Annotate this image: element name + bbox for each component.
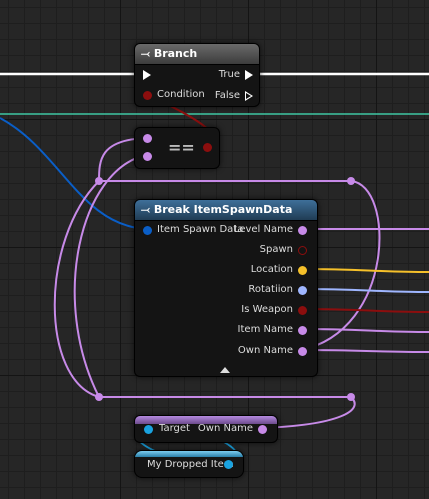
branch-title: Branch	[153, 47, 198, 60]
branch-node[interactable]: ⤙ Branch True Condition False	[134, 43, 260, 107]
own-name-wire	[300, 349, 429, 353]
break-node-header[interactable]: ⤙ Break ItemSpawnData	[135, 200, 317, 221]
break-item-spawn-data-node[interactable]: ⤙ Break ItemSpawnData Item Spawn Data Le…	[134, 199, 318, 377]
reroute-node	[95, 177, 103, 185]
item-name-label: Item Name	[237, 324, 293, 335]
rotation-wire	[300, 288, 429, 293]
item-spawn-data-label: Item Spawn Data	[157, 224, 244, 235]
getter-own-name-pin[interactable]	[258, 425, 267, 434]
false-exec-pin[interactable]	[245, 91, 253, 101]
own-name-pin[interactable]	[298, 347, 307, 356]
reroute-node	[95, 393, 103, 401]
expand-arrow-icon[interactable]	[220, 367, 230, 373]
location-label: Location	[250, 264, 293, 275]
equal-input-b-pin[interactable]	[143, 152, 152, 161]
target-label: Target	[159, 423, 190, 434]
own-name-getter-node[interactable]: Target Own Name	[134, 415, 278, 443]
equal-output-pin[interactable]	[203, 143, 212, 152]
break-struct-icon: ⤙	[141, 203, 150, 216]
name-wire-e	[53, 180, 100, 398]
false-label: False	[214, 90, 240, 101]
equal-operator: ==	[168, 138, 195, 157]
condition-label: Condition	[157, 89, 205, 100]
my-dropped-item-label: My Dropped Item	[147, 459, 234, 470]
true-exec-pin[interactable]	[245, 70, 253, 80]
target-pin[interactable]	[144, 425, 153, 434]
level-name-pin[interactable]	[298, 226, 307, 235]
branch-icon: ⤙	[141, 47, 150, 60]
item-name-wire	[300, 328, 429, 333]
condition-pin[interactable]	[143, 91, 152, 100]
struct-wire	[0, 117, 147, 230]
level-name-label: Level Name	[233, 224, 293, 235]
spawn-pin[interactable]	[298, 246, 307, 255]
is-weapon-pin[interactable]	[298, 306, 307, 315]
my-dropped-item-pin[interactable]	[224, 460, 233, 469]
spawn-label: Spawn	[259, 244, 293, 255]
reroute-node	[347, 177, 355, 185]
break-title: Break ItemSpawnData	[153, 203, 293, 216]
my-dropped-item-node[interactable]: My Dropped Item	[134, 450, 244, 478]
location-pin[interactable]	[298, 266, 307, 275]
is-weapon-label: Is Weapon	[241, 304, 293, 315]
reroute-node	[347, 393, 355, 401]
branch-node-header[interactable]: ⤙ Branch	[135, 44, 259, 65]
exec-in-pin[interactable]	[143, 70, 151, 80]
location-wire	[300, 268, 429, 273]
own-name-label: Own Name	[237, 345, 293, 356]
equal-node[interactable]: ==	[134, 127, 220, 169]
getter-own-name-label: Own Name	[197, 423, 253, 434]
rotation-pin[interactable]	[298, 286, 307, 295]
item-spawn-data-pin[interactable]	[143, 226, 152, 235]
variable-node-header	[135, 451, 243, 457]
true-label: True	[218, 69, 240, 80]
item-name-pin[interactable]	[298, 326, 307, 335]
is-weapon-wire	[300, 308, 429, 313]
equal-input-a-pin[interactable]	[143, 134, 152, 143]
rotation-label: Rotatiion	[248, 284, 293, 295]
